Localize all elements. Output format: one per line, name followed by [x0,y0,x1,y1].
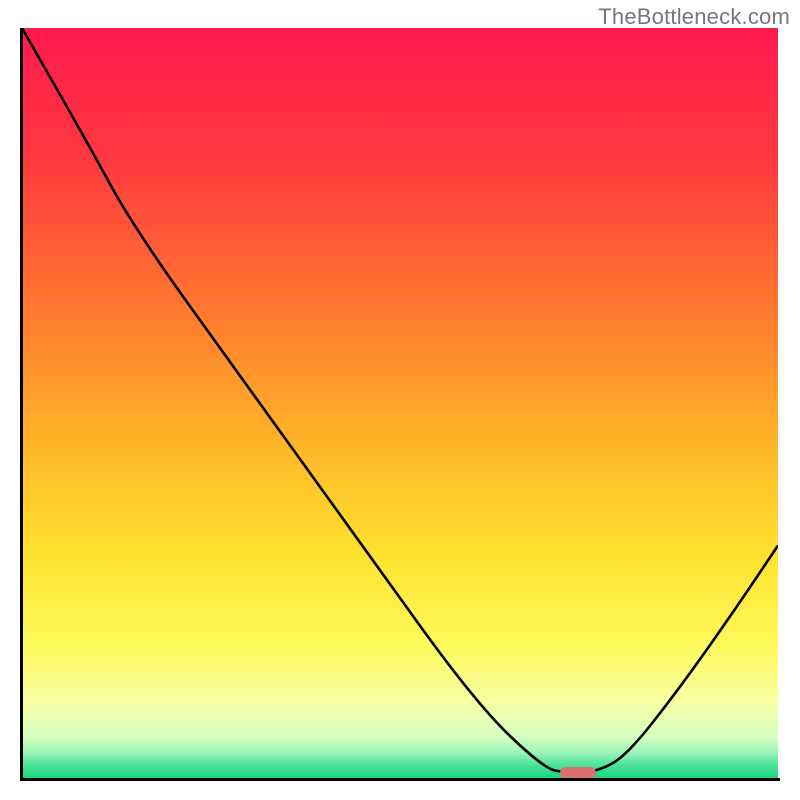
bottleneck-curve [22,28,778,778]
watermark-text: TheBottleneck.com [598,4,790,30]
x-axis [20,778,780,781]
optimal-point-marker [560,767,596,778]
y-axis [20,28,23,780]
plot-area [22,28,778,778]
chart-container: TheBottleneck.com [0,0,800,800]
